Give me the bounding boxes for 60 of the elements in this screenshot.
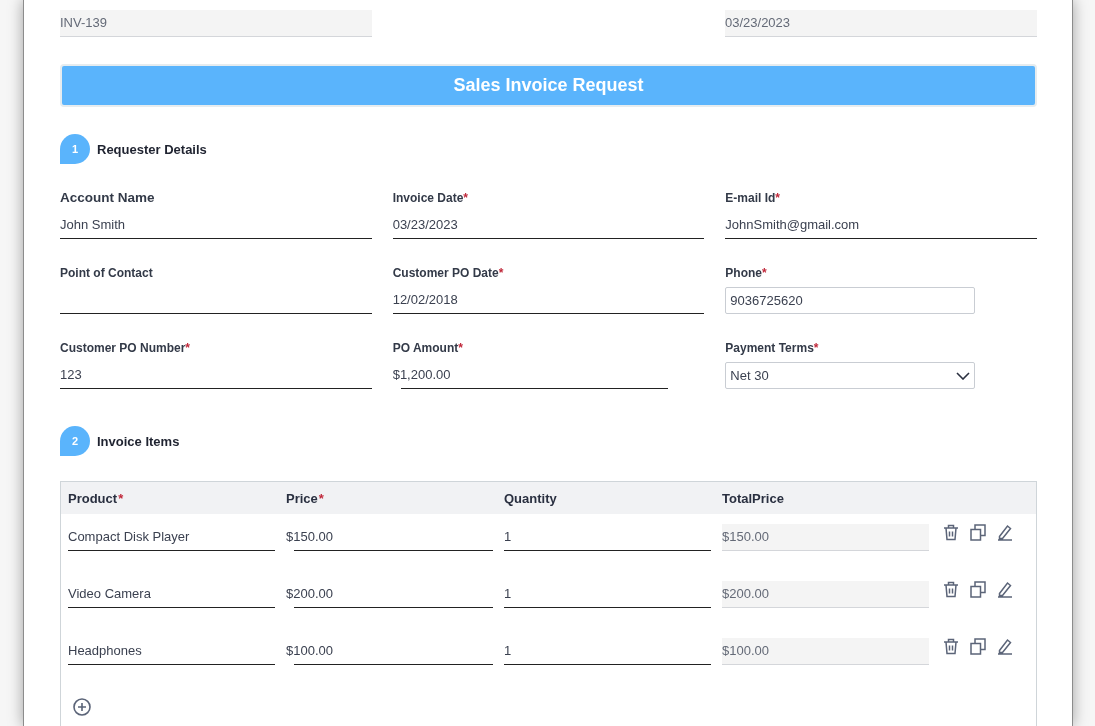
field-label: E-mail Id [725,191,776,205]
text-field[interactable]: John Smith [60,212,372,239]
required-mark: * [463,191,469,205]
text-field[interactable]: 1 [504,638,711,665]
pencil-icon[interactable] [997,524,1013,541]
required-mark: * [318,490,324,506]
required-mark: * [775,191,780,205]
trash-icon[interactable] [943,581,959,598]
column-header: Quantity [504,490,557,506]
required-mark: * [458,341,463,355]
text-field[interactable]: JohnSmith@gmail.com [725,212,1037,239]
readonly-field[interactable]: $150.00 [722,524,929,551]
trash-icon[interactable] [943,638,959,655]
chevron-down-icon [956,371,971,380]
form-title-banner: Sales Invoice Request [60,64,1037,107]
dropdown[interactable]: Net 30 [725,362,976,389]
text-field[interactable]: 123 [60,362,372,389]
field-label: Customer PO Number [60,341,186,355]
readonly-field[interactable]: 03/23/2023 [725,10,1037,37]
add-circle-icon[interactable] [73,698,91,716]
amount-field[interactable]: $200.00 [286,581,493,608]
required-mark: * [813,341,819,355]
pencil-icon[interactable] [997,638,1013,655]
field-label: Customer PO Date [392,266,499,280]
column-header: Price [286,490,318,506]
column-header: TotalPrice [722,490,784,506]
field-label: Point of Contact [60,266,153,280]
field-label: Phone [725,266,762,280]
required-mark: * [185,341,191,355]
pencil-icon[interactable] [997,581,1013,598]
amount-field[interactable]: $100.00 [286,638,493,665]
copy-icon[interactable] [970,524,986,541]
text-field[interactable]: Video Camera [68,581,275,608]
amount-field[interactable]: $150.00 [286,524,493,551]
trash-icon[interactable] [943,524,959,541]
readonly-field[interactable]: $100.00 [722,638,929,665]
text-field[interactable]: 12/02/2018 [392,287,705,314]
amount-field[interactable]: $1,200.00 [392,362,668,389]
field-label: Payment Terms [725,341,814,355]
text-field[interactable]: 03/23/2023 [392,212,705,239]
copy-icon[interactable] [970,581,986,598]
field-label: Invoice Date [392,191,464,205]
step-badge: 2 [60,426,90,456]
required-mark: * [498,266,504,280]
field-label: PO Amount [392,341,459,355]
input-field[interactable]: 9036725620 [725,287,976,314]
step-badge: 1 [60,134,90,164]
field-label: Account Name [60,190,155,205]
text-field[interactable]: Compact Disk Player [68,524,275,551]
readonly-field[interactable]: $200.00 [722,581,929,608]
required-mark: * [118,490,124,506]
copy-icon[interactable] [970,638,986,655]
readonly-field[interactable]: INV-139 [60,10,372,37]
section-title: Invoice Items [97,433,180,449]
column-header: Product [68,490,118,506]
text-field[interactable]: 1 [504,524,711,551]
text-field[interactable]: 1 [504,581,711,608]
section-title: Requester Details [97,141,207,157]
text-field[interactable]: Headphones [68,638,275,665]
required-mark: * [762,266,767,280]
